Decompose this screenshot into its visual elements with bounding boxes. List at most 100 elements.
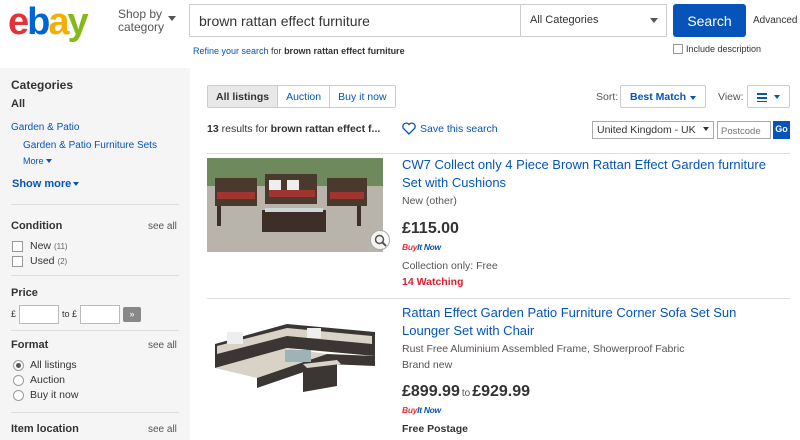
price-submit-button[interactable]: »	[123, 307, 141, 322]
price-to: to	[461, 388, 471, 399]
chevron-down-icon	[774, 95, 780, 99]
bin-buy: Buy	[402, 242, 418, 252]
checkbox[interactable]	[673, 44, 683, 54]
condition-new-checkbox[interactable]	[12, 241, 23, 252]
condition-used[interactable]: Used (2)	[30, 255, 67, 267]
item-price-range: £899.99 to £929.99	[402, 383, 530, 401]
results-count: 13 results for brown rattan effect f...	[207, 123, 380, 135]
search-button[interactable]: Search	[673, 4, 746, 37]
condition-used-checkbox[interactable]	[12, 256, 23, 267]
header: ebay Shop by category All Categories Sea…	[0, 0, 800, 66]
item-subtitle: Rust Free Aluminium Assembled Frame, Sho…	[402, 343, 685, 355]
min-price-input[interactable]	[19, 305, 59, 324]
item-location-title: Item location	[11, 423, 79, 435]
condition-new[interactable]: New (11)	[30, 240, 68, 252]
chevron-down-icon	[690, 96, 696, 100]
category-value: All Categories	[530, 14, 599, 26]
save-search-label: Save this search	[420, 123, 498, 135]
format-bin[interactable]: Buy it now	[30, 389, 78, 401]
results-number: 13	[207, 123, 219, 135]
category-garden-patio[interactable]: Garden & Patio	[11, 122, 79, 133]
rattan-set-photo	[207, 158, 383, 252]
chevron-down-icon	[45, 159, 52, 163]
divider	[207, 298, 790, 299]
price-high: £929.99	[472, 383, 531, 400]
refine-search-link[interactable]: Refine your search	[193, 46, 269, 56]
category-dropdown[interactable]: All Categories	[520, 5, 666, 36]
sort-dropdown[interactable]: Best Match	[620, 85, 706, 108]
ebay-logo[interactable]: ebay	[8, 2, 89, 42]
price-low: £899.99	[402, 383, 460, 400]
watching-count: 14 Watching	[402, 276, 464, 288]
divider	[11, 204, 179, 205]
refine-line: Refine your search for brown rattan effe…	[193, 46, 405, 56]
category-label: category	[118, 20, 165, 34]
search-input[interactable]	[190, 5, 520, 36]
divider	[207, 153, 790, 154]
go-button[interactable]: Go	[773, 121, 790, 139]
advanced-search-link[interactable]: Advanced	[753, 15, 797, 26]
category-all: All	[11, 98, 26, 110]
bin-buy: Buy	[402, 405, 418, 415]
results-text: results for	[218, 123, 271, 135]
max-price-input[interactable]	[80, 305, 120, 324]
condition-count: (11)	[53, 242, 68, 251]
currency-label: £	[72, 309, 78, 319]
format-bin-radio[interactable]	[13, 390, 24, 401]
format-all[interactable]: All listings	[30, 359, 77, 371]
format-title: Format	[11, 339, 49, 351]
sort-label: Sort:	[596, 91, 619, 103]
results-panel: All listings Auction Buy it now Sort: Be…	[190, 68, 800, 440]
buy-it-now-logo: BuyIt Now	[402, 242, 441, 252]
zoom-button[interactable]	[370, 230, 390, 250]
bin-it-now: It Now	[417, 242, 441, 252]
item-title-link[interactable]: CW7 Collect only 4 Piece Brown Rattan Ef…	[402, 156, 782, 192]
to-label: to £	[62, 309, 77, 319]
tab-auction[interactable]: Auction	[277, 86, 330, 107]
list-view-icon	[757, 93, 767, 102]
currency-label: £	[11, 309, 17, 319]
format-see-all[interactable]: see all	[148, 340, 177, 351]
condition-label: New	[30, 240, 52, 252]
view-label: View:	[718, 91, 744, 103]
country-dropdown[interactable]: United Kingdom - UK	[592, 121, 714, 139]
search-bar: All Categories	[189, 4, 667, 37]
item-image[interactable]	[207, 158, 383, 252]
item-shipping: Free Postage	[402, 423, 468, 435]
item-price: £115.00	[402, 220, 459, 237]
show-more-link[interactable]: Show more	[12, 178, 80, 190]
condition-label: Used	[30, 255, 55, 267]
bin-it-now: It Now	[417, 405, 441, 415]
item-title-link[interactable]: Rattan Effect Garden Patio Furniture Cor…	[402, 304, 782, 340]
more-link[interactable]: More	[23, 156, 52, 166]
format-all-radio[interactable]	[13, 360, 24, 371]
magnifier-icon	[374, 234, 387, 247]
location-see-all[interactable]: see all	[148, 424, 177, 435]
view-dropdown[interactable]	[747, 85, 790, 108]
format-auction-radio[interactable]	[13, 375, 24, 386]
item-image[interactable]	[207, 306, 383, 400]
save-search-link[interactable]: Save this search	[402, 122, 498, 135]
filter-sidebar: Categories All Garden & Patio Garden & P…	[0, 68, 190, 440]
condition-count: (2)	[57, 257, 68, 266]
condition-title: Condition	[11, 220, 63, 232]
listing-type-tabs: All listings Auction Buy it now	[207, 85, 396, 108]
corner-sofa-photo	[207, 306, 383, 400]
divider	[11, 275, 179, 276]
format-auction[interactable]: Auction	[30, 374, 65, 386]
more-label: More	[23, 156, 44, 166]
shop-by-category-button[interactable]: Shop by category	[118, 8, 164, 34]
results-term: brown rattan effect f...	[270, 123, 381, 135]
postcode-input[interactable]	[717, 121, 771, 139]
tab-all-listings[interactable]: All listings	[208, 86, 278, 107]
category-furniture-sets[interactable]: Garden & Patio Furniture Sets	[23, 140, 157, 151]
tab-buy-it-now[interactable]: Buy it now	[329, 86, 395, 107]
item-condition: New (other)	[402, 195, 457, 207]
refine-term: brown rattan effect furniture	[284, 46, 405, 56]
categories-title: Categories	[11, 78, 74, 92]
condition-see-all[interactable]: see all	[148, 221, 177, 232]
chevron-down-icon	[73, 182, 80, 186]
chevron-down-icon[interactable]	[168, 16, 176, 21]
include-description-checkbox[interactable]: Include description	[673, 44, 761, 54]
include-description-label: Include description	[686, 44, 762, 54]
